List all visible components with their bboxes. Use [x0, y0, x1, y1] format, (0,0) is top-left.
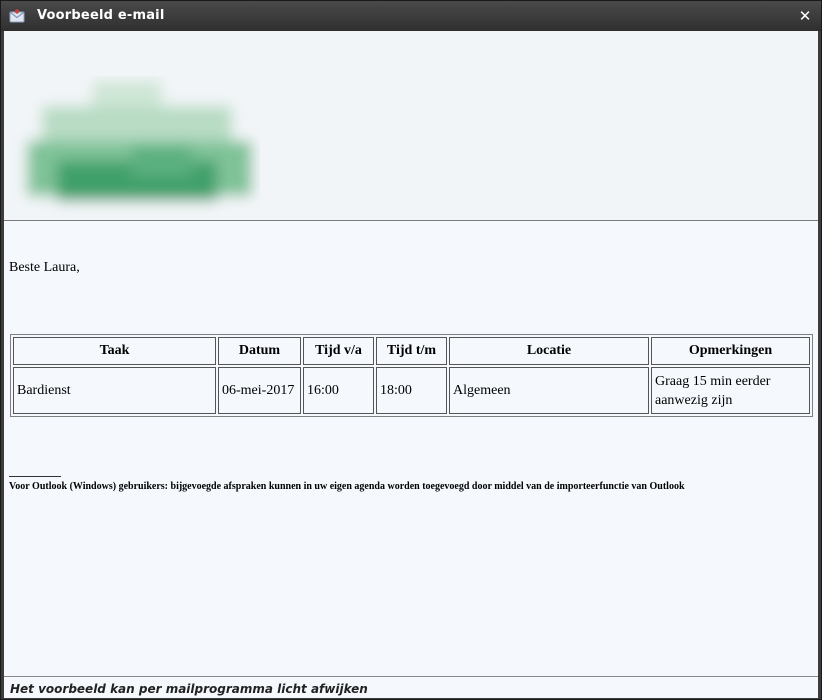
- blurred-logo-image: [12, 76, 260, 216]
- task-table: Taak Datum Tijd v/a Tijd t/m Locatie Opm…: [10, 334, 813, 417]
- table-cell: Graag 15 min eerder aanwezig zijn: [651, 367, 810, 414]
- email-header-banner: [4, 31, 818, 221]
- close-icon[interactable]: ✕: [795, 6, 815, 26]
- column-header: Datum: [218, 337, 301, 365]
- table-cell: 16:00: [303, 367, 374, 414]
- column-header: Tijd v/a: [303, 337, 374, 365]
- column-header: Locatie: [449, 337, 649, 365]
- table-cell: 06-mei-2017: [218, 367, 301, 414]
- title-bar[interactable]: Voorbeeld e-mail ✕: [1, 1, 821, 31]
- column-header: Opmerkingen: [651, 337, 810, 365]
- column-header: Taak: [13, 337, 216, 365]
- table-header-row: Taak Datum Tijd v/a Tijd t/m Locatie Opm…: [13, 337, 810, 365]
- envelope-icon: [9, 9, 25, 23]
- column-header: Tijd t/m: [376, 337, 447, 365]
- table-cell: Bardienst: [13, 367, 216, 414]
- table-cell: 18:00: [376, 367, 447, 414]
- footnote-divider: [9, 476, 61, 477]
- table-row: Bardienst 06-mei-2017 16:00 18:00 Algeme…: [13, 367, 810, 414]
- status-text: Het voorbeeld kan per mailprogramma lich…: [10, 682, 368, 696]
- status-bar: Het voorbeeld kan per mailprogramma lich…: [4, 676, 818, 698]
- footnote-text: Voor Outlook (Windows) gebruikers: bijge…: [9, 481, 685, 492]
- preview-window: Voorbeeld e-mail ✕ Beste Laura, Taak Dat…: [0, 0, 822, 700]
- window-title: Voorbeeld e-mail: [37, 8, 165, 23]
- email-preview: Beste Laura, Taak Datum Tijd v/a Tijd t/…: [4, 31, 818, 676]
- email-greeting: Beste Laura,: [9, 260, 80, 275]
- table-cell: Algemeen: [449, 367, 649, 414]
